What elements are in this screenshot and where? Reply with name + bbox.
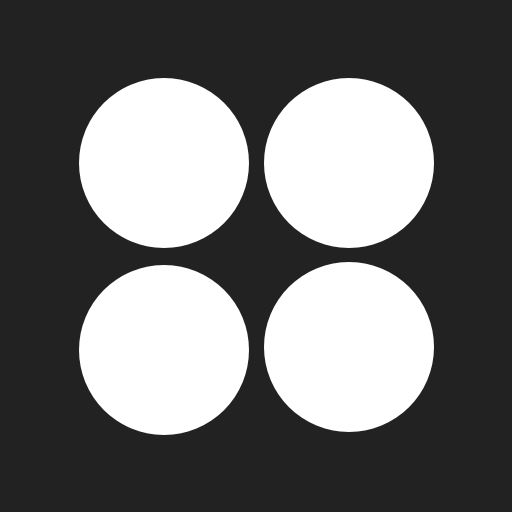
dot-bottom-left [79,265,249,435]
dot-top-left [79,78,249,248]
dot-bottom-right [264,262,434,432]
dot-top-right [264,78,434,248]
four-dots-grid-icon [0,0,512,512]
